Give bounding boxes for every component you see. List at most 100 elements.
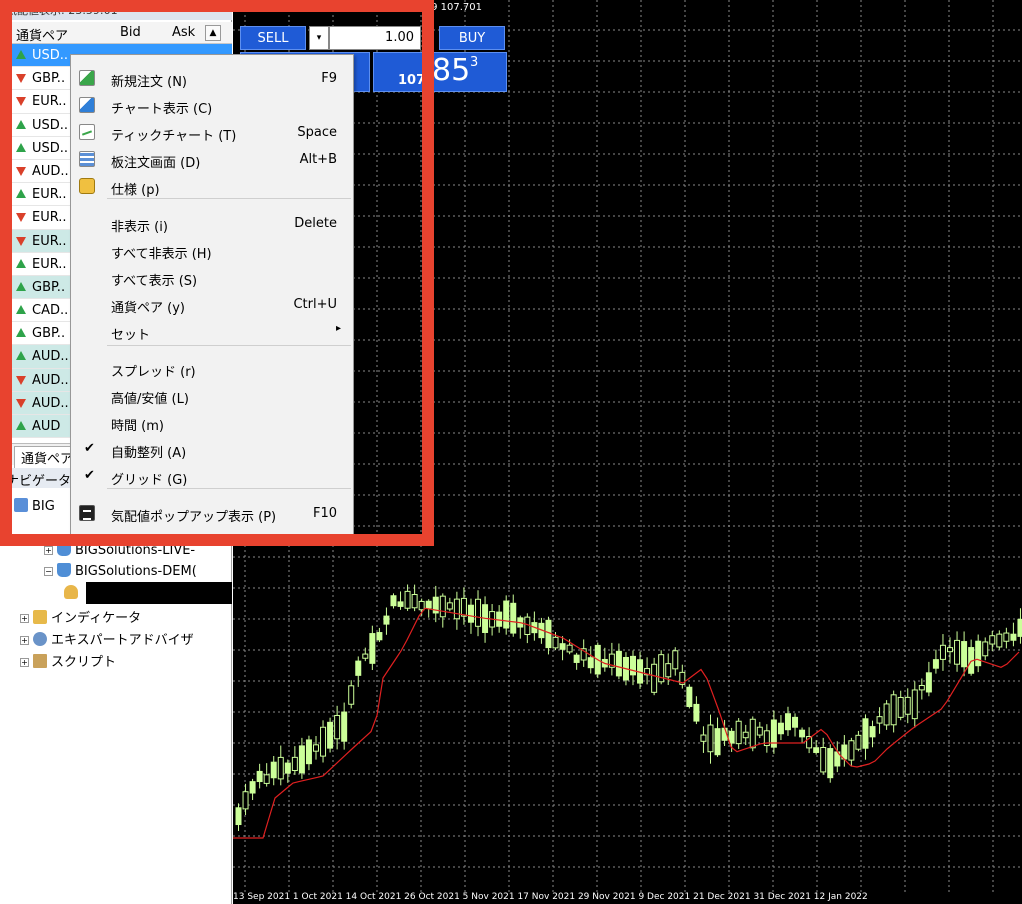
menu-item-spread[interactable]: スプレッド (r) [71,355,353,382]
candle-body [362,653,369,659]
nav-item-account[interactable] [64,585,82,605]
symbol-name: EUR.. [32,94,67,110]
candle-body [630,655,636,676]
expert-advisor-icon [33,632,47,646]
symbol-name: GBP.. [32,71,66,87]
menu-item-chart-window[interactable]: チャート表示 (C) [71,92,353,119]
nav-item-live[interactable]: + BIGSolutions-LIVE- [44,542,195,562]
symbol-name: AUD.. [32,163,69,179]
checkmark-icon: ✔ [84,441,95,456]
column-header-bid[interactable]: Bid [120,25,141,40]
menu-item-depth-of-market[interactable]: 板注文画面 (D) Alt+B [71,146,353,173]
candle-body [686,686,693,707]
nav-item-indicators[interactable]: + インディケータ [20,607,141,627]
candle-body [475,598,482,627]
chart-icon [79,97,95,113]
candle-body [298,745,305,774]
sell-button[interactable]: SELL [240,26,306,50]
price-down-arrow-icon [16,398,26,408]
candle-body [1017,618,1022,637]
scroll-up-icon[interactable]: ▲ [205,25,221,41]
candle-body [876,716,883,724]
candle-body [996,633,1003,648]
menu-item-label: チャート表示 (C) [111,102,213,117]
nav-item-experts[interactable]: + エキスパートアドバイザ [20,629,194,649]
candle-body [897,696,904,718]
candle-body [784,713,791,731]
nav-item-demo[interactable]: − BIGSolutions-DEM( [44,563,197,583]
symbol-name: GBP.. [32,326,66,342]
candle-body [820,746,827,773]
menu-item-hide[interactable]: 非表示 (i) Delete [71,210,353,237]
expand-icon[interactable]: + [20,658,29,667]
candle-body [566,644,573,653]
menu-item-specification[interactable]: 仕様 (p) [71,173,353,200]
candle-body [573,654,580,663]
menu-item-popup-prices[interactable]: 気配値ポップアップ表示 (P) F10 [71,500,353,527]
user-icon [64,585,78,599]
menu-item-label: 時間 (m) [111,419,164,434]
menu-item-tick-chart[interactable]: ティックチャート (T) Space [71,119,353,146]
candle-body [552,636,559,649]
candle-body [411,594,418,609]
candle-body [235,807,242,826]
candle-body [242,791,249,810]
candle-body [425,600,432,609]
menu-item-high-low[interactable]: 高値/安値 (L) [71,382,353,409]
spec-icon [79,178,95,194]
menu-item-hide-all[interactable]: すべて非表示 (H) [71,237,353,264]
menu-item-grid[interactable]: ✔ グリッド (G) [71,463,353,490]
candle-body [827,748,834,779]
menu-item-sets[interactable]: セット ▸ [71,318,353,345]
buy-price-box[interactable]: 107 85 3 [373,52,507,92]
column-header-ask[interactable]: Ask [172,25,195,40]
candle-body [460,597,467,617]
menu-separator [107,198,351,199]
expand-icon[interactable]: + [20,614,29,623]
script-icon [33,654,47,668]
collapse-icon[interactable]: − [44,567,53,576]
candle-body [982,641,989,657]
candle-body [341,711,348,742]
date-axis: 13 Sep 2021 1 Oct 2021 14 Oct 2021 26 Oc… [233,892,868,902]
chart-title: CADJPY,Daily 108.414 108.456 107.479 107… [239,2,482,13]
symbol-name: EUR.. [32,256,67,272]
menu-item-show-all[interactable]: すべて表示 (S) [71,264,353,291]
menu-item-time[interactable]: 時間 (m) [71,409,353,436]
buy-button[interactable]: BUY [439,26,505,50]
column-header-symbol[interactable]: 通貨ペア [16,25,68,44]
price-down-arrow-icon [16,96,26,107]
candle-body [742,731,749,739]
indicator-icon [33,610,47,624]
candle-body [446,602,453,610]
candle-body [397,601,404,607]
candle-body [728,730,735,744]
price-down-arrow-icon [16,375,26,385]
candle-body [327,721,334,749]
menu-item-auto-arrange[interactable]: ✔ 自動整列 (A) [71,436,353,463]
candle-body [615,650,622,677]
moving-average-line [233,607,1020,839]
checkmark-icon: ✔ [84,468,95,483]
price-up-arrow-icon [16,258,26,269]
menu-item-new-order[interactable]: 新規注文 (N) F9 [71,65,353,92]
candle-body [510,602,517,634]
market-watch-header: 通貨ペア Bid Ask ▲ [0,22,232,44]
lot-dropdown-icon[interactable]: ▾ [309,26,329,50]
menu-item-shortcut: F10 [312,506,337,521]
menu-item-label: 高値/安値 (L) [111,392,189,407]
menu-item-shortcut: Alt+B [299,152,337,167]
candle-body [855,734,862,750]
candle-body [404,590,411,609]
candle-body [390,595,397,607]
candle-body [651,663,658,693]
nav-item-scripts[interactable]: + スクリプト [20,651,116,671]
expand-icon[interactable]: + [44,546,53,555]
lot-size-input[interactable]: 1.00 [329,26,421,50]
nav-item-root[interactable]: BIG [14,498,55,518]
menu-item-symbols[interactable]: 通貨ペア (y) Ctrl+U [71,291,353,318]
menu-item-label: 自動整列 (A) [111,446,187,461]
candle-body [890,694,897,726]
expand-icon[interactable]: + [20,636,29,645]
menu-item-label: すべて表示 (S) [111,274,198,289]
